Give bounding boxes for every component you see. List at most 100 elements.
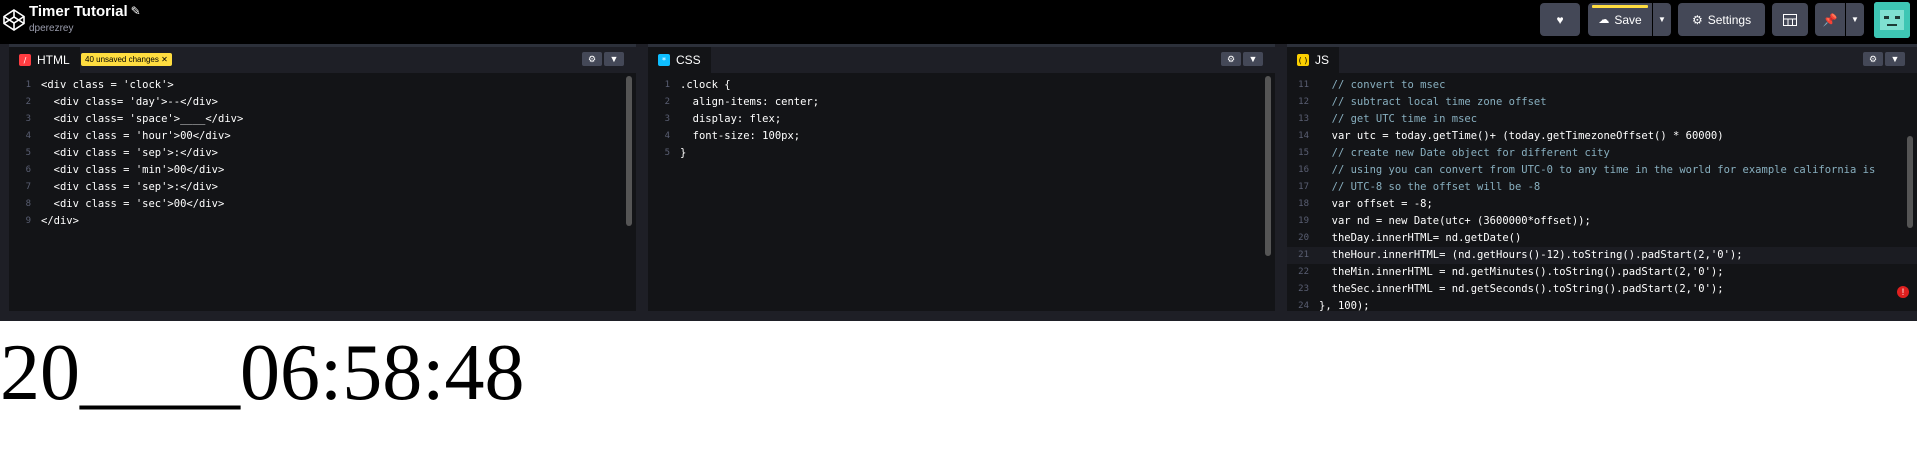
html-code-area[interactable]: 1 <div class = 'clock'> 2 <div class= 'day… (9, 73, 636, 321)
line-number: 5 (25, 148, 31, 158)
js-editor-header: ( ) JS ⚙ ▼ (1287, 44, 1917, 73)
error-icon[interactable]: ! (1897, 286, 1909, 298)
code-text: var utc = today.getTime()+ (today.getTim… (1319, 130, 1724, 142)
code-line[interactable]: 23 theSec.innerHTML = nd.getSeconds().to… (1287, 281, 1917, 298)
line-number: 4 (664, 131, 670, 141)
code-text: <div class= 'space'>____</div> (41, 113, 244, 125)
code-line[interactable]: 7 <div class = 'sep'>:</div> (9, 179, 636, 196)
line-number: 17 (1298, 182, 1309, 192)
pin-options-button[interactable]: ▼ (1846, 3, 1864, 36)
code-line[interactable]: 1 .clock { (648, 77, 1275, 94)
code-text: var offset = -8; (1319, 198, 1433, 210)
change-view-button[interactable] (1772, 3, 1808, 36)
codepen-logo-icon[interactable] (2, 8, 26, 32)
code-line[interactable]: 17 // UTC-8 so the offset will be -8 (1287, 179, 1917, 196)
code-text: // convert to msec (1319, 79, 1446, 91)
code-line[interactable]: 15 // create new Date object for differe… (1287, 145, 1917, 162)
line-number: 15 (1298, 148, 1309, 158)
settings-button[interactable]: ⚙ Settings (1678, 3, 1765, 36)
code-line[interactable]: 2 align-items: center; (648, 94, 1275, 111)
code-text: // UTC-8 so the offset will be -8 (1319, 181, 1541, 193)
unsaved-changes-label: 40 unsaved changes (85, 55, 159, 64)
html-badge-icon: / (19, 54, 31, 66)
js-scrollbar[interactable] (1907, 136, 1913, 228)
code-line[interactable]: 2 <div class= 'day'>--</div> (9, 94, 636, 111)
js-code-area[interactable]: 11 // convert to msec 12 // subtract loca… (1287, 73, 1917, 321)
code-text: </div> (41, 215, 79, 227)
tab-js[interactable]: ( ) JS (1287, 47, 1340, 73)
code-line[interactable]: 4 <div class = 'hour'>00</div> (9, 128, 636, 145)
line-number: 8 (25, 199, 31, 209)
css-settings-button[interactable]: ⚙ (1221, 52, 1241, 66)
tab-html[interactable]: / HTML (9, 47, 80, 73)
result-preview: 20 ____ 06 : 58 : 48 (0, 321, 1917, 460)
code-line[interactable]: 5 <div class = 'sep'>:</div> (9, 145, 636, 162)
code-text: var nd = new Date(utc+ (3600000*offset))… (1319, 215, 1591, 227)
css-pane-controls: ⚙ ▼ (1221, 52, 1263, 66)
clock-minute: 58 (342, 329, 423, 417)
code-text: <div class = 'sep'>:</div> (41, 181, 219, 193)
code-line[interactable]: 21 theHour.innerHTML= (nd.getHours()-12)… (1287, 247, 1917, 264)
code-line[interactable]: 1 <div class = 'clock'> (9, 77, 636, 94)
tab-html-label: HTML (37, 53, 70, 67)
author-name[interactable]: dperezrey (29, 23, 141, 35)
code-line[interactable]: 3 <div class= 'space'>____</div> (9, 111, 636, 128)
unsaved-changes-badge[interactable]: 40 unsaved changes ✕ (81, 53, 172, 66)
css-badge-icon: * (658, 54, 670, 66)
line-number: 14 (1298, 131, 1309, 141)
editors-area: / HTML 40 unsaved changes ✕ ⚙ ▼ 1 <div cl… (0, 44, 1917, 321)
cloud-icon: ☁ (1598, 14, 1610, 26)
code-text: theHour.innerHTML= (nd.getHours()-12).to… (1319, 249, 1743, 261)
tab-css[interactable]: * CSS (648, 47, 711, 73)
pen-title[interactable]: Timer Tutorial (29, 2, 128, 21)
pen-title-block: Timer Tutorial ✎ dperezrey (29, 2, 141, 35)
html-pane-controls: ⚙ ▼ (582, 52, 624, 66)
code-line[interactable]: 13 // get UTC time in msec (1287, 111, 1917, 128)
js-badge-icon: ( ) (1297, 54, 1309, 66)
code-line[interactable]: 14 var utc = today.getTime()+ (today.get… (1287, 128, 1917, 145)
gear-icon: ⚙ (1226, 53, 1236, 64)
code-line[interactable]: 19 var nd = new Date(utc+ (3600000*offse… (1287, 213, 1917, 230)
code-line[interactable]: 16 // using you can convert from UTC-0 t… (1287, 162, 1917, 179)
settings-label: Settings (1707, 12, 1752, 27)
user-avatar[interactable] (1874, 2, 1910, 38)
css-scrollbar[interactable] (1265, 76, 1271, 256)
code-line[interactable]: 6 <div class = 'min'>00</div> (9, 162, 636, 179)
code-text: // using you can convert from UTC-0 to a… (1319, 164, 1876, 176)
code-line[interactable]: 3 display: flex; (648, 111, 1275, 128)
code-text: // get UTC time in msec (1319, 113, 1478, 125)
save-label: Save (1614, 12, 1642, 27)
code-line[interactable]: 5} (648, 145, 1275, 162)
code-line[interactable]: 22 theMin.innerHTML = nd.getMinutes().to… (1287, 264, 1917, 281)
code-line[interactable]: 8 <div class = 'sec'>00</div> (9, 196, 636, 213)
close-icon[interactable]: ✕ (161, 55, 168, 64)
html-collapse-button[interactable]: ▼ (604, 52, 624, 66)
code-text: <div class = 'clock'> (41, 79, 174, 91)
pencil-icon[interactable]: ✎ (131, 2, 141, 21)
css-code-area[interactable]: 1 .clock {2 align-items: center; 3 display… (648, 73, 1275, 321)
clock-separator: : (320, 329, 343, 417)
code-text: .clock { (680, 79, 731, 91)
gear-icon: ⚙ (587, 53, 597, 64)
code-line[interactable]: 12 // subtract local time zone offset (1287, 94, 1917, 111)
resize-divider[interactable] (0, 311, 1917, 321)
pin-button[interactable]: 📌 (1815, 3, 1845, 36)
code-line[interactable]: 4 font-size: 100px; (648, 128, 1275, 145)
save-options-button[interactable]: ▼ (1653, 3, 1671, 36)
code-text: theDay.innerHTML= nd.getDate() (1319, 232, 1522, 244)
unsaved-indicator-bar (1592, 5, 1648, 8)
top-bar: Timer Tutorial ✎ dperezrey ♥ ☁ Save ▼ ⚙ Set… (0, 0, 1917, 44)
js-pane-controls: ⚙ ▼ (1863, 52, 1905, 66)
js-collapse-button[interactable]: ▼ (1885, 52, 1905, 66)
love-button[interactable]: ♥ (1540, 3, 1580, 36)
html-scrollbar[interactable] (626, 76, 632, 226)
js-settings-button[interactable]: ⚙ (1863, 52, 1883, 66)
code-line[interactable]: 9 </div> (9, 213, 636, 230)
code-line[interactable]: 11 // convert to msec (1287, 77, 1917, 94)
css-collapse-button[interactable]: ▼ (1243, 52, 1263, 66)
html-settings-button[interactable]: ⚙ (582, 52, 602, 66)
line-number: 18 (1298, 199, 1309, 209)
chevron-down-icon: ▼ (609, 54, 619, 64)
code-line[interactable]: 18 var offset = -8; (1287, 196, 1917, 213)
code-line[interactable]: 20 theDay.innerHTML= nd.getDate() (1287, 230, 1917, 247)
